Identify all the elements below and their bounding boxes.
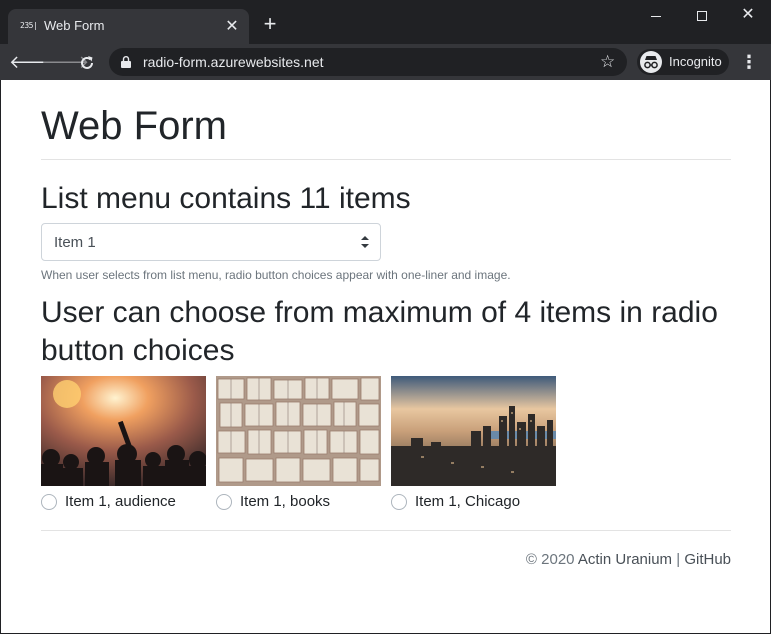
radio-button[interactable]	[216, 494, 232, 510]
forward-arrow-icon[interactable]: 🡒	[41, 49, 89, 75]
footer-separator: |	[676, 551, 681, 568]
browser-tab[interactable]: 235|J Web Form ✕	[8, 9, 249, 44]
radio-choices-heading: User can choose from maximum of 4 items …	[41, 296, 718, 367]
select-arrows-icon	[361, 236, 369, 248]
page-title: Web Form	[41, 104, 227, 148]
choice-chicago: Item 1, Chicago	[391, 376, 556, 510]
incognito-badge[interactable]: Incognito	[637, 49, 729, 75]
chicago-photo	[391, 376, 556, 486]
audience-photo	[41, 376, 206, 486]
select-value: Item 1	[54, 234, 96, 251]
choice-books: Item 1, books	[216, 376, 381, 510]
bookmark-star-icon[interactable]: ☆	[600, 52, 615, 72]
minimize-window-button[interactable]	[633, 0, 679, 30]
maximize-window-button[interactable]	[679, 0, 725, 30]
item-select[interactable]: Item 1	[41, 223, 381, 261]
page-viewport: Web Form List menu contains 11 items Ite…	[1, 80, 770, 633]
browser-toolbar: 🡐 🡒 radio-form.azurewebsites.net ☆ Incog…	[0, 44, 771, 80]
divider	[41, 159, 731, 160]
radio-button[interactable]	[41, 494, 57, 510]
radio-button[interactable]	[391, 494, 407, 510]
address-bar[interactable]: radio-form.azurewebsites.net ☆	[109, 48, 627, 76]
list-menu-heading: List menu contains 11 items	[41, 182, 411, 215]
books-photo	[216, 376, 381, 486]
close-tab-icon[interactable]: ✕	[223, 18, 241, 36]
lock-icon	[121, 56, 131, 68]
copyright-text: © 2020	[525, 551, 575, 568]
radio-label[interactable]: Item 1, audience	[65, 493, 176, 510]
tab-title: Web Form	[44, 18, 105, 33]
incognito-label: Incognito	[669, 54, 722, 69]
reload-icon[interactable]	[74, 49, 100, 75]
author-link[interactable]: Actin Uranium	[578, 551, 672, 568]
browser-titlebar: 235|J Web Form ✕ + ✕	[0, 0, 771, 44]
radio-label[interactable]: Item 1, Chicago	[415, 493, 520, 510]
url-text: radio-form.azurewebsites.net	[143, 54, 324, 70]
select-help-text: When user selects from list menu, radio …	[41, 268, 511, 282]
favicon-icon: 235|J	[20, 21, 36, 30]
divider	[41, 530, 731, 531]
incognito-icon	[640, 51, 662, 73]
browser-menu-icon[interactable]: ⋮	[740, 50, 758, 74]
new-tab-icon[interactable]: +	[258, 13, 282, 37]
github-link[interactable]: GitHub	[684, 551, 731, 568]
back-arrow-icon[interactable]: 🡐	[9, 49, 57, 75]
radio-label[interactable]: Item 1, books	[240, 493, 330, 510]
choice-audience: Item 1, audience	[41, 376, 206, 510]
page-footer: © 2020 Actin Uranium | GitHub	[526, 551, 731, 568]
close-window-button[interactable]: ✕	[725, 0, 771, 30]
